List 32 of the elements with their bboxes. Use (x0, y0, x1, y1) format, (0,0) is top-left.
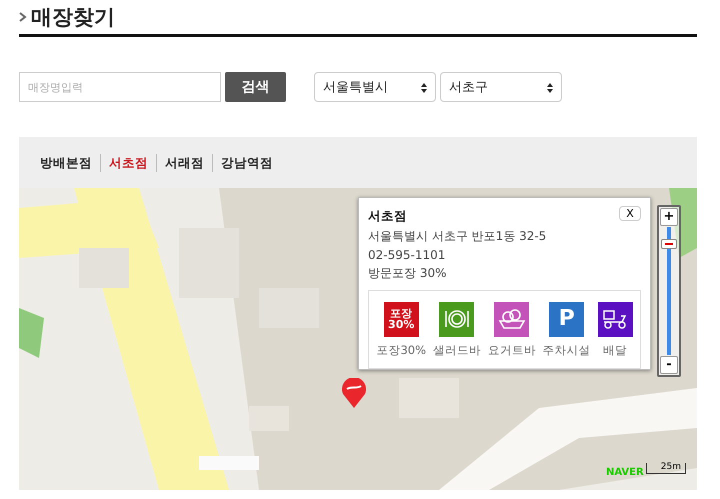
sort-arrows-icon (421, 83, 427, 93)
store-tab[interactable]: 방배본점 (40, 154, 100, 172)
service-label: 배달 (603, 342, 627, 358)
map-pin-icon (341, 378, 367, 408)
page-title: 매장찾기 (31, 4, 115, 31)
service-badge: 포장 30% (384, 302, 419, 336)
store-phone: 02-595-1101 (368, 248, 446, 262)
dessert-bowl-icon (498, 308, 526, 330)
service-label: 요거트바 (488, 342, 536, 358)
region-select[interactable]: 서초구 (440, 72, 562, 102)
store-note: 방문포장 30% (368, 265, 448, 282)
store-name: 서초점 (368, 208, 407, 225)
store-tab[interactable]: 서초점 (100, 154, 156, 172)
service-label: 주차시설 (542, 342, 591, 358)
zoom-out-button[interactable]: - (660, 356, 678, 374)
store-tab[interactable]: 강남역점 (212, 154, 281, 172)
map-logo: NAVER (606, 467, 644, 478)
zoom-in-button[interactable]: + (660, 208, 678, 226)
service-label: 샐러드바 (432, 342, 481, 358)
sort-arrows-icon (547, 83, 553, 93)
scale-bar: 25m (646, 463, 686, 474)
store-address: 서울특별시 서초구 반포1동 32-5 (368, 228, 548, 245)
service-label: 포장30% (376, 342, 426, 358)
search-button[interactable]: 검색 (225, 72, 286, 102)
zoom-handle[interactable] (661, 238, 677, 249)
service-badge: P (549, 302, 584, 336)
store-tab[interactable]: 서래점 (156, 154, 212, 172)
close-button[interactable]: X (619, 206, 641, 221)
region-select[interactable]: 서울특별시 (314, 72, 436, 102)
chevron-icon (19, 12, 27, 22)
store-name-field[interactable]: 매장명입력 (19, 72, 221, 102)
plate-icon (442, 309, 471, 329)
